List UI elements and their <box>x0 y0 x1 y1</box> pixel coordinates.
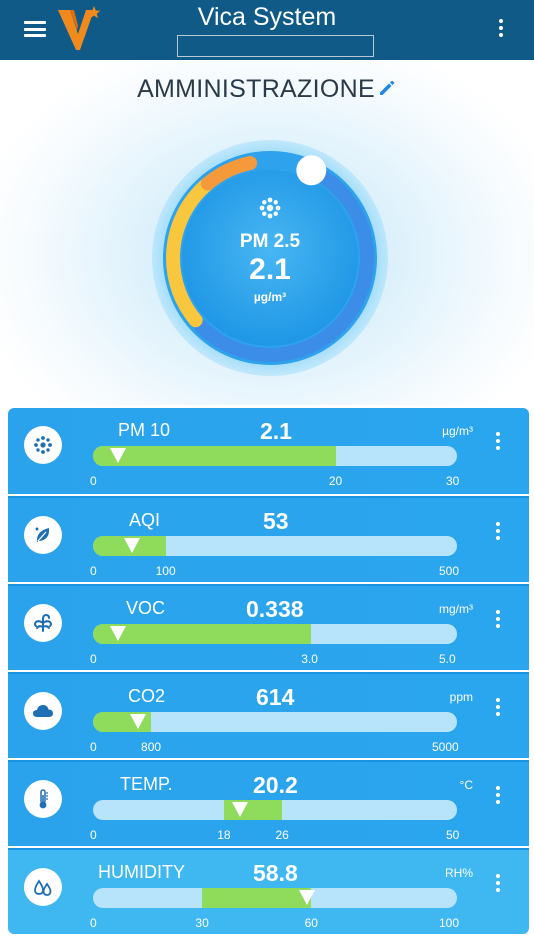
sensor-more-icon[interactable] <box>495 610 501 632</box>
sensor-tick-label: 20 <box>328 474 343 488</box>
sensor-icon-badge <box>24 868 62 906</box>
app-title: Vica System <box>197 3 337 31</box>
top-app-bar: Vica System <box>0 0 534 60</box>
thermometer-icon <box>39 789 48 809</box>
pm25-gauge: PM 2.5 2.1 µg/m³ <box>140 128 400 388</box>
sensor-tick-label: 800 <box>141 740 162 754</box>
sensor-name: TEMP. <box>120 774 173 794</box>
sensor-unit: ppm <box>449 690 473 704</box>
sensor-more-icon[interactable] <box>495 786 501 808</box>
room-name: AMMINISTRAZIONE <box>137 75 375 103</box>
sensor-card-pm10[interactable]: PM 10 2.1 µg/m³ 0 20 30 <box>8 408 529 494</box>
sensor-range-bar <box>93 800 457 820</box>
sensor-more-icon[interactable] <box>495 698 501 720</box>
sensor-name: HUMIDITY <box>98 862 185 882</box>
sensor-range-bar <box>93 712 457 732</box>
sensor-range-bar <box>93 624 457 644</box>
sensor-unit: µg/m³ <box>442 424 473 438</box>
sensor-icon-badge <box>24 516 62 554</box>
sensor-tick-label: 18 <box>217 828 231 842</box>
sensor-value: 614 <box>256 684 295 710</box>
sensor-value: 2.1 <box>260 418 292 444</box>
pencil-icon[interactable] <box>377 78 397 98</box>
sensor-card-aqi[interactable]: AQI 53 0 100 500 <box>8 496 529 582</box>
sensor-value-marker <box>299 890 316 905</box>
particles-icon <box>34 436 52 454</box>
gauge-unit: µg/m³ <box>253 290 287 304</box>
sensor-icon-badge <box>24 780 62 818</box>
sensor-tick-label: 100 <box>439 916 460 930</box>
sensor-name: CO2 <box>128 686 166 706</box>
gauge-label: PM 2.5 <box>239 231 301 252</box>
sensor-range-bar <box>93 888 457 908</box>
room-title: AMMINISTRAZIONE <box>0 75 534 104</box>
sensor-range-fill <box>202 888 312 908</box>
sensor-card-humidity[interactable]: HUMIDITY 58.8 RH% 0 30 60 100 <box>8 848 529 934</box>
sensor-value: 53 <box>263 508 289 534</box>
sensor-value-marker <box>123 538 140 553</box>
sensor-card-co2[interactable]: CO2 614 ppm 0 800 5000 <box>8 672 529 758</box>
sensor-tick-label: 0 <box>90 474 97 488</box>
sensor-icon-badge <box>24 604 62 642</box>
sensor-unit: RH% <box>444 866 473 880</box>
sensor-tick-label: 5.0 <box>439 652 456 666</box>
sensor-tick-label: 50 <box>446 828 460 842</box>
sensor-tick-label: 0 <box>90 916 97 930</box>
gauge-value: 2.1 <box>249 253 291 286</box>
sensor-value-marker <box>109 626 126 641</box>
vertical-dots-icon[interactable] <box>498 19 504 41</box>
sensor-name: VOC <box>126 598 166 618</box>
sensor-value-marker <box>110 448 127 463</box>
sensor-tick-label: 30 <box>446 474 460 488</box>
sensor-range-fill <box>93 624 312 644</box>
sensor-icon-badge <box>24 426 62 464</box>
sensor-value-marker <box>232 802 249 817</box>
sensor-icon-badge <box>24 692 62 730</box>
hero-section: AMMINISTRAZIONE PM 2.5 2.1 µg/m³ <box>0 60 534 405</box>
sensor-tick-label: 3.0 <box>301 652 318 666</box>
sensor-card-temp[interactable]: TEMP. 20.2 °C 0 18 26 50 <box>8 760 529 846</box>
sensor-value: 20.2 <box>253 772 298 798</box>
device-subtitle <box>177 35 374 57</box>
sensor-range-bar <box>93 446 457 466</box>
sensor-unit: mg/m³ <box>439 602 473 616</box>
sensor-more-icon[interactable] <box>495 522 501 544</box>
sensor-unit: °C <box>459 778 473 792</box>
sensor-tick-label: 0 <box>90 564 97 578</box>
sensor-tick-label: 0 <box>90 828 97 842</box>
cloud-icon <box>33 705 53 717</box>
sensor-value-marker <box>129 714 146 729</box>
vapor-icon <box>34 613 52 632</box>
sensor-more-icon[interactable] <box>495 432 501 454</box>
sensor-range-bar <box>93 536 457 556</box>
sensor-tick-label: 5000 <box>432 740 459 754</box>
sensor-tick-label: 26 <box>275 828 289 842</box>
water-drops-icon <box>34 879 52 896</box>
sensor-tick-label: 0 <box>90 740 97 754</box>
sensor-name: AQI <box>129 510 161 530</box>
sensor-tick-label: 100 <box>155 564 176 578</box>
sensor-tick-label: 500 <box>439 564 460 578</box>
sensor-value: 58.8 <box>253 860 298 886</box>
sensor-tick-label: 30 <box>195 916 209 930</box>
leaf-icon <box>35 527 50 542</box>
sensor-tick-label: 0 <box>90 652 97 666</box>
sensor-value: 0.338 <box>246 596 304 622</box>
gauge-readout: PM 2.5 2.1 µg/m³ <box>140 128 400 388</box>
sensor-more-icon[interactable] <box>495 874 501 896</box>
sensor-range-fill <box>93 446 336 466</box>
sensor-tick-label: 60 <box>304 916 318 930</box>
particles-icon <box>259 197 281 219</box>
sensor-list: PM 10 2.1 µg/m³ 0 20 30 AQI 53 0 100 500 VOC 0.338 mg… <box>8 408 529 934</box>
sensor-name: PM 10 <box>118 420 171 440</box>
sensor-card-voc[interactable]: VOC 0.338 mg/m³ 0 3.0 5.0 <box>8 584 529 670</box>
